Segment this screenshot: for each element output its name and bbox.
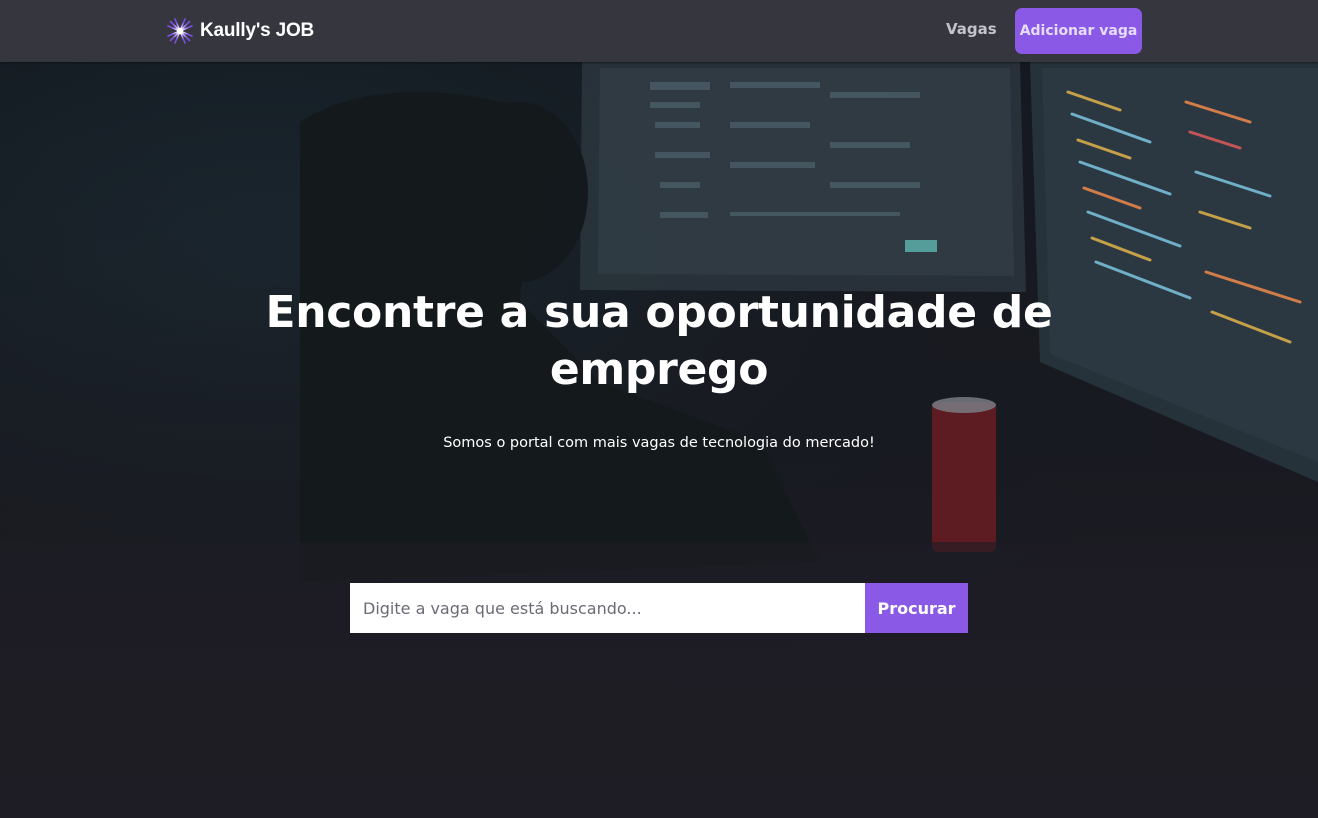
brand-name: Kaully's JOB (200, 20, 315, 41)
brand-logo-link[interactable]: Kaully's JOB (166, 15, 314, 47)
search-button[interactable]: Procurar (865, 583, 968, 633)
navbar: Kaully's JOB Vagas Adicionar vaga (0, 0, 1318, 62)
hero-title: Encontre a sua oportunidade de emprego (265, 287, 1053, 395)
add-job-button[interactable]: Adicionar vaga (1015, 8, 1142, 54)
starburst-logo-icon (166, 17, 194, 45)
hero-section: Encontre a sua oportunidade de emprego S… (0, 62, 1318, 818)
job-search-input[interactable] (350, 583, 865, 633)
nav-link-vagas[interactable]: Vagas (946, 20, 997, 38)
job-search-form: Procurar (350, 583, 968, 633)
hero-subtitle: Somos o portal com mais vagas de tecnolo… (443, 435, 875, 451)
